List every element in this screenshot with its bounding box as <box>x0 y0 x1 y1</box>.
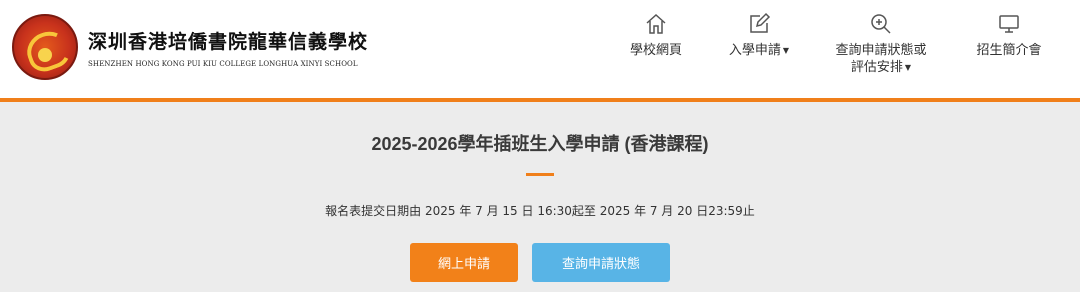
nav-status[interactable]: 查詢申請狀態或 評估安排 ▼ <box>822 12 940 76</box>
nav-status-label-2: 評估安排 <box>850 60 903 75</box>
nav-admission-label: 入學申請 <box>728 43 781 58</box>
nav-enrolment-label: 招生簡介會 <box>976 43 1042 58</box>
online-apply-button[interactable]: 網上申請 <box>410 243 518 282</box>
action-buttons: 網上申請 查詢申請狀態 <box>0 243 1080 282</box>
application-period: 報名表提交日期由 2025 年 7 月 15 日 16:30起至 2025 年 … <box>325 204 755 218</box>
caret-down-icon: ▼ <box>782 46 790 55</box>
nav-admission[interactable]: 入學申請 ▼ <box>716 12 802 59</box>
nav-home-label: 學校網頁 <box>629 43 682 58</box>
check-status-button[interactable]: 查詢申請狀態 <box>532 243 670 282</box>
monitor-icon <box>999 15 1019 33</box>
nav-enrolment[interactable]: 招生簡介會 <box>964 12 1054 59</box>
main-nav: 學校網頁 入學申請 ▼ 查詢申請狀態或 評估安排 ▼ 招生簡介會 <box>600 12 1060 92</box>
school-names: 深圳香港培僑書院龍華信義學校 SHENZHEN HONG KONG PUI KI… <box>88 27 368 68</box>
school-name-en: SHENZHEN HONG KONG PUI KIU COLLEGE LONGH… <box>88 59 358 68</box>
edit-icon <box>750 12 771 33</box>
page-title: 2025-2026學年插班生入學申請 (香港課程) <box>371 134 709 154</box>
caret-down-icon: ▼ <box>904 63 912 72</box>
nav-status-label-1: 查詢申請狀態或 <box>835 43 927 58</box>
school-brand[interactable]: 深圳香港培僑書院龍華信義學校 SHENZHEN HONG KONG PUI KI… <box>12 14 368 80</box>
title-divider <box>526 173 554 176</box>
admission-banner: 2025-2026學年插班生入學申請 (香港課程) 報名表提交日期由 2025 … <box>0 102 1080 282</box>
nav-home[interactable]: 學校網頁 <box>618 12 694 59</box>
site-header: 深圳香港培僑書院龍華信義學校 SHENZHEN HONG KONG PUI KI… <box>0 0 1080 102</box>
school-logo[interactable] <box>12 14 78 80</box>
school-name-cn: 深圳香港培僑書院龍華信義學校 <box>88 30 369 53</box>
zoom-in-icon <box>871 14 891 34</box>
home-icon <box>646 13 666 34</box>
